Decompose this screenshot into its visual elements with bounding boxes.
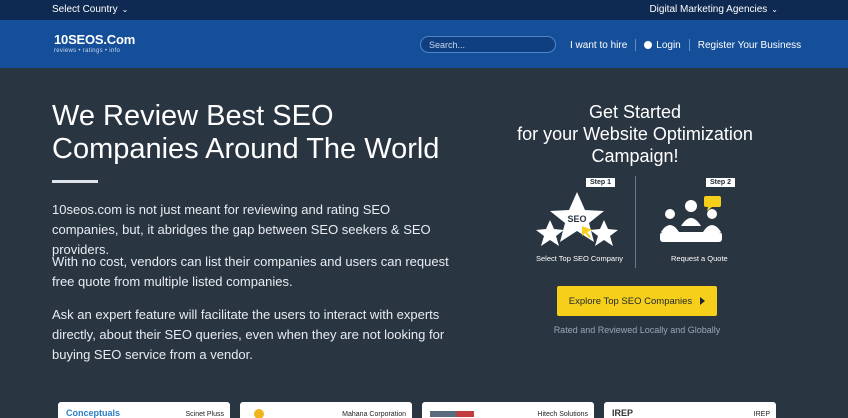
company-logo-icon [430,411,474,417]
get-started-line1: Get Started [588,102,682,122]
company-logo: Conceptuals [66,408,121,418]
request-quote-icon [660,196,722,242]
select-country-dropdown[interactable]: Select Country ⌄ [52,4,128,15]
step2-badge: Step 2 [706,178,736,187]
select-country-label: Select Country [52,4,118,15]
main-navbar: 10SEOS.Com reviews • ratings • info I wa… [0,20,848,68]
step2-label: Request a Quote [671,254,728,263]
title-underline [52,180,98,183]
get-started-line3: Campaign! [591,146,679,166]
register-link[interactable]: Register Your Business [690,40,809,51]
agencies-label: Digital Marketing Agencies [649,4,768,15]
get-started-line2: for your Website Optimization [517,124,753,144]
steps-panel: Step 1 Step 2 SEO Select Top SEO Company… [530,176,746,268]
rated-caption: Rated and Reviewed Locally and Globally [553,325,721,335]
logo-name: SEOS.Com [68,32,136,47]
logo-prefix: 10 [54,32,69,47]
login-label: Login [656,39,681,51]
company-card[interactable]: Mahana Corporation [240,402,412,418]
intro-paragraph-3: Ask an expert feature will facilitate th… [52,307,445,362]
company-card[interactable]: Conceptuals Scinet Pluss [58,402,230,418]
search-input[interactable] [420,36,556,53]
intro-paragraph-1: 10seos.com is not just meant for reviewi… [52,202,431,257]
nav-links: I want to hire Login Register Your Busin… [562,39,809,51]
explore-companies-button[interactable]: Explore Top SEO Companies [557,286,717,316]
company-card[interactable]: IREP IREP [604,402,776,418]
company-logo-icon [254,409,264,418]
hero-title-line1: We Review Best SEO [52,100,334,132]
company-logo: IREP [612,408,634,418]
hero-title: We Review Best SEO Companies Around The … [52,100,472,166]
top-bar: Select Country ⌄ Digital Marketing Agenci… [0,0,848,20]
company-name: Hitech Solutions [537,411,588,418]
login-link[interactable]: Login [636,40,688,51]
site-logo[interactable]: 10SEOS.Com reviews • ratings • info [54,32,135,54]
hero-title-line2: Companies Around The World [52,133,440,165]
seo-icon-text: SEO [567,214,586,224]
steps-divider [635,176,636,268]
intro-paragraph-2: With no cost, vendors can list their com… [52,254,449,289]
get-started-heading: Get Started for your Website Optimizatio… [510,101,760,167]
play-arrow-icon [700,296,706,305]
chevron-down-icon: ⌄ [121,5,129,14]
logo-tagline: reviews • ratings • info [54,48,121,54]
agencies-dropdown[interactable]: Digital Marketing Agencies ⌄ [649,4,778,15]
step1-label: Select Top SEO Company [536,254,623,263]
seo-stars-icon: SEO [536,192,618,246]
hire-link[interactable]: I want to hire [562,40,635,51]
company-card[interactable]: Hitech Solutions [422,402,594,418]
step1-badge: Step 1 [586,178,616,187]
chevron-down-icon: ⌄ [771,5,778,14]
company-name: Mahana Corporation [342,411,406,418]
user-icon [644,40,653,49]
explore-button-label: Explore Top SEO Companies [568,295,693,307]
company-name: IREP [753,411,770,418]
company-name: Scinet Pluss [185,411,224,418]
